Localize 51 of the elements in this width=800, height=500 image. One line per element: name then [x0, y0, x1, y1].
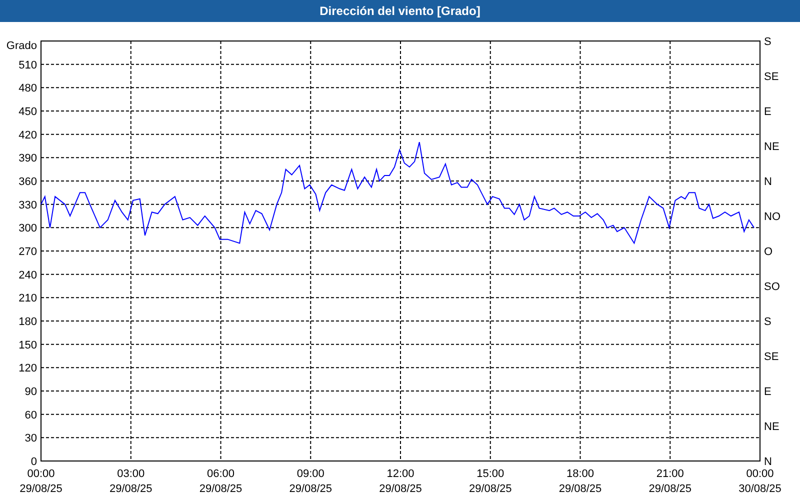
axis-tick-label: E [764, 106, 772, 118]
axis-tick-label: 480 [18, 82, 37, 95]
title-bar: Dirección del viento [Grado] [0, 0, 800, 22]
axis-tick-label: 15:00 [476, 468, 504, 480]
axis-tick-label: SE [764, 71, 779, 83]
axis-tick-label: SE [764, 351, 779, 363]
axis-date-label: 29/08/25 [109, 483, 152, 495]
axis-tick-label: 30 [24, 432, 37, 445]
axis-date-label: 29/08/25 [558, 483, 602, 495]
axis-tick-label: 180 [18, 316, 37, 328]
axis-tick-label: 60 [24, 409, 37, 422]
axis-tick-label: 90 [24, 386, 37, 398]
axis-date-label: 29/08/25 [289, 483, 332, 495]
axis-tick-label: 18:00 [566, 468, 594, 480]
axis-tick-label: 270 [18, 246, 37, 258]
axis-tick-label: 330 [18, 199, 37, 212]
axis-tick-label: O [764, 246, 773, 258]
axis-date-label: 29/08/25 [468, 483, 512, 495]
axis-tick-label: S [764, 316, 772, 328]
axis-tick-label: 00:00 [27, 468, 55, 480]
axis-date-label: 30/08/25 [738, 483, 782, 495]
axis-tick-label: 09:00 [296, 468, 324, 480]
axis-tick-label: 0 [30, 456, 37, 468]
axis-tick-label: 00:00 [746, 468, 774, 480]
axis-tick-label: SO [764, 281, 780, 293]
axis-date-label: 29/08/25 [20, 483, 62, 495]
axis-tick-label: 240 [18, 269, 37, 282]
axis-tick-label: 300 [18, 222, 37, 235]
axis-tick-label: 360 [18, 176, 37, 188]
axis-tick-label: S [764, 36, 772, 48]
axis-tick-label: 06:00 [206, 468, 235, 480]
axis-title: Grado [6, 40, 37, 52]
axis-tick-label: NE [764, 421, 780, 433]
axis-tick-label: 120 [18, 362, 37, 375]
axis-tick-label: 210 [18, 292, 37, 305]
axis-tick-label: E [764, 386, 772, 398]
axis-tick-label: 420 [18, 129, 37, 142]
axis-tick-label: 150 [18, 339, 37, 352]
axis-tick-label: 12:00 [386, 468, 414, 480]
axis-tick-label: NO [764, 211, 780, 223]
axis-tick-label: 03:00 [117, 468, 145, 480]
axis-date-label: 29/08/25 [648, 483, 692, 495]
axis-tick-label: N [764, 176, 772, 188]
axis-tick-label: N [764, 456, 772, 468]
axis-date-label: 29/08/25 [379, 483, 422, 495]
axis-tick-label: 390 [18, 152, 37, 165]
axis-date-label: 29/08/25 [199, 483, 242, 495]
axis-tick-label: 510 [18, 59, 37, 72]
axis-tick-label: 450 [18, 106, 37, 118]
axis-tick-label: NE [764, 141, 780, 153]
axis-tick-label: 21:00 [656, 468, 684, 480]
